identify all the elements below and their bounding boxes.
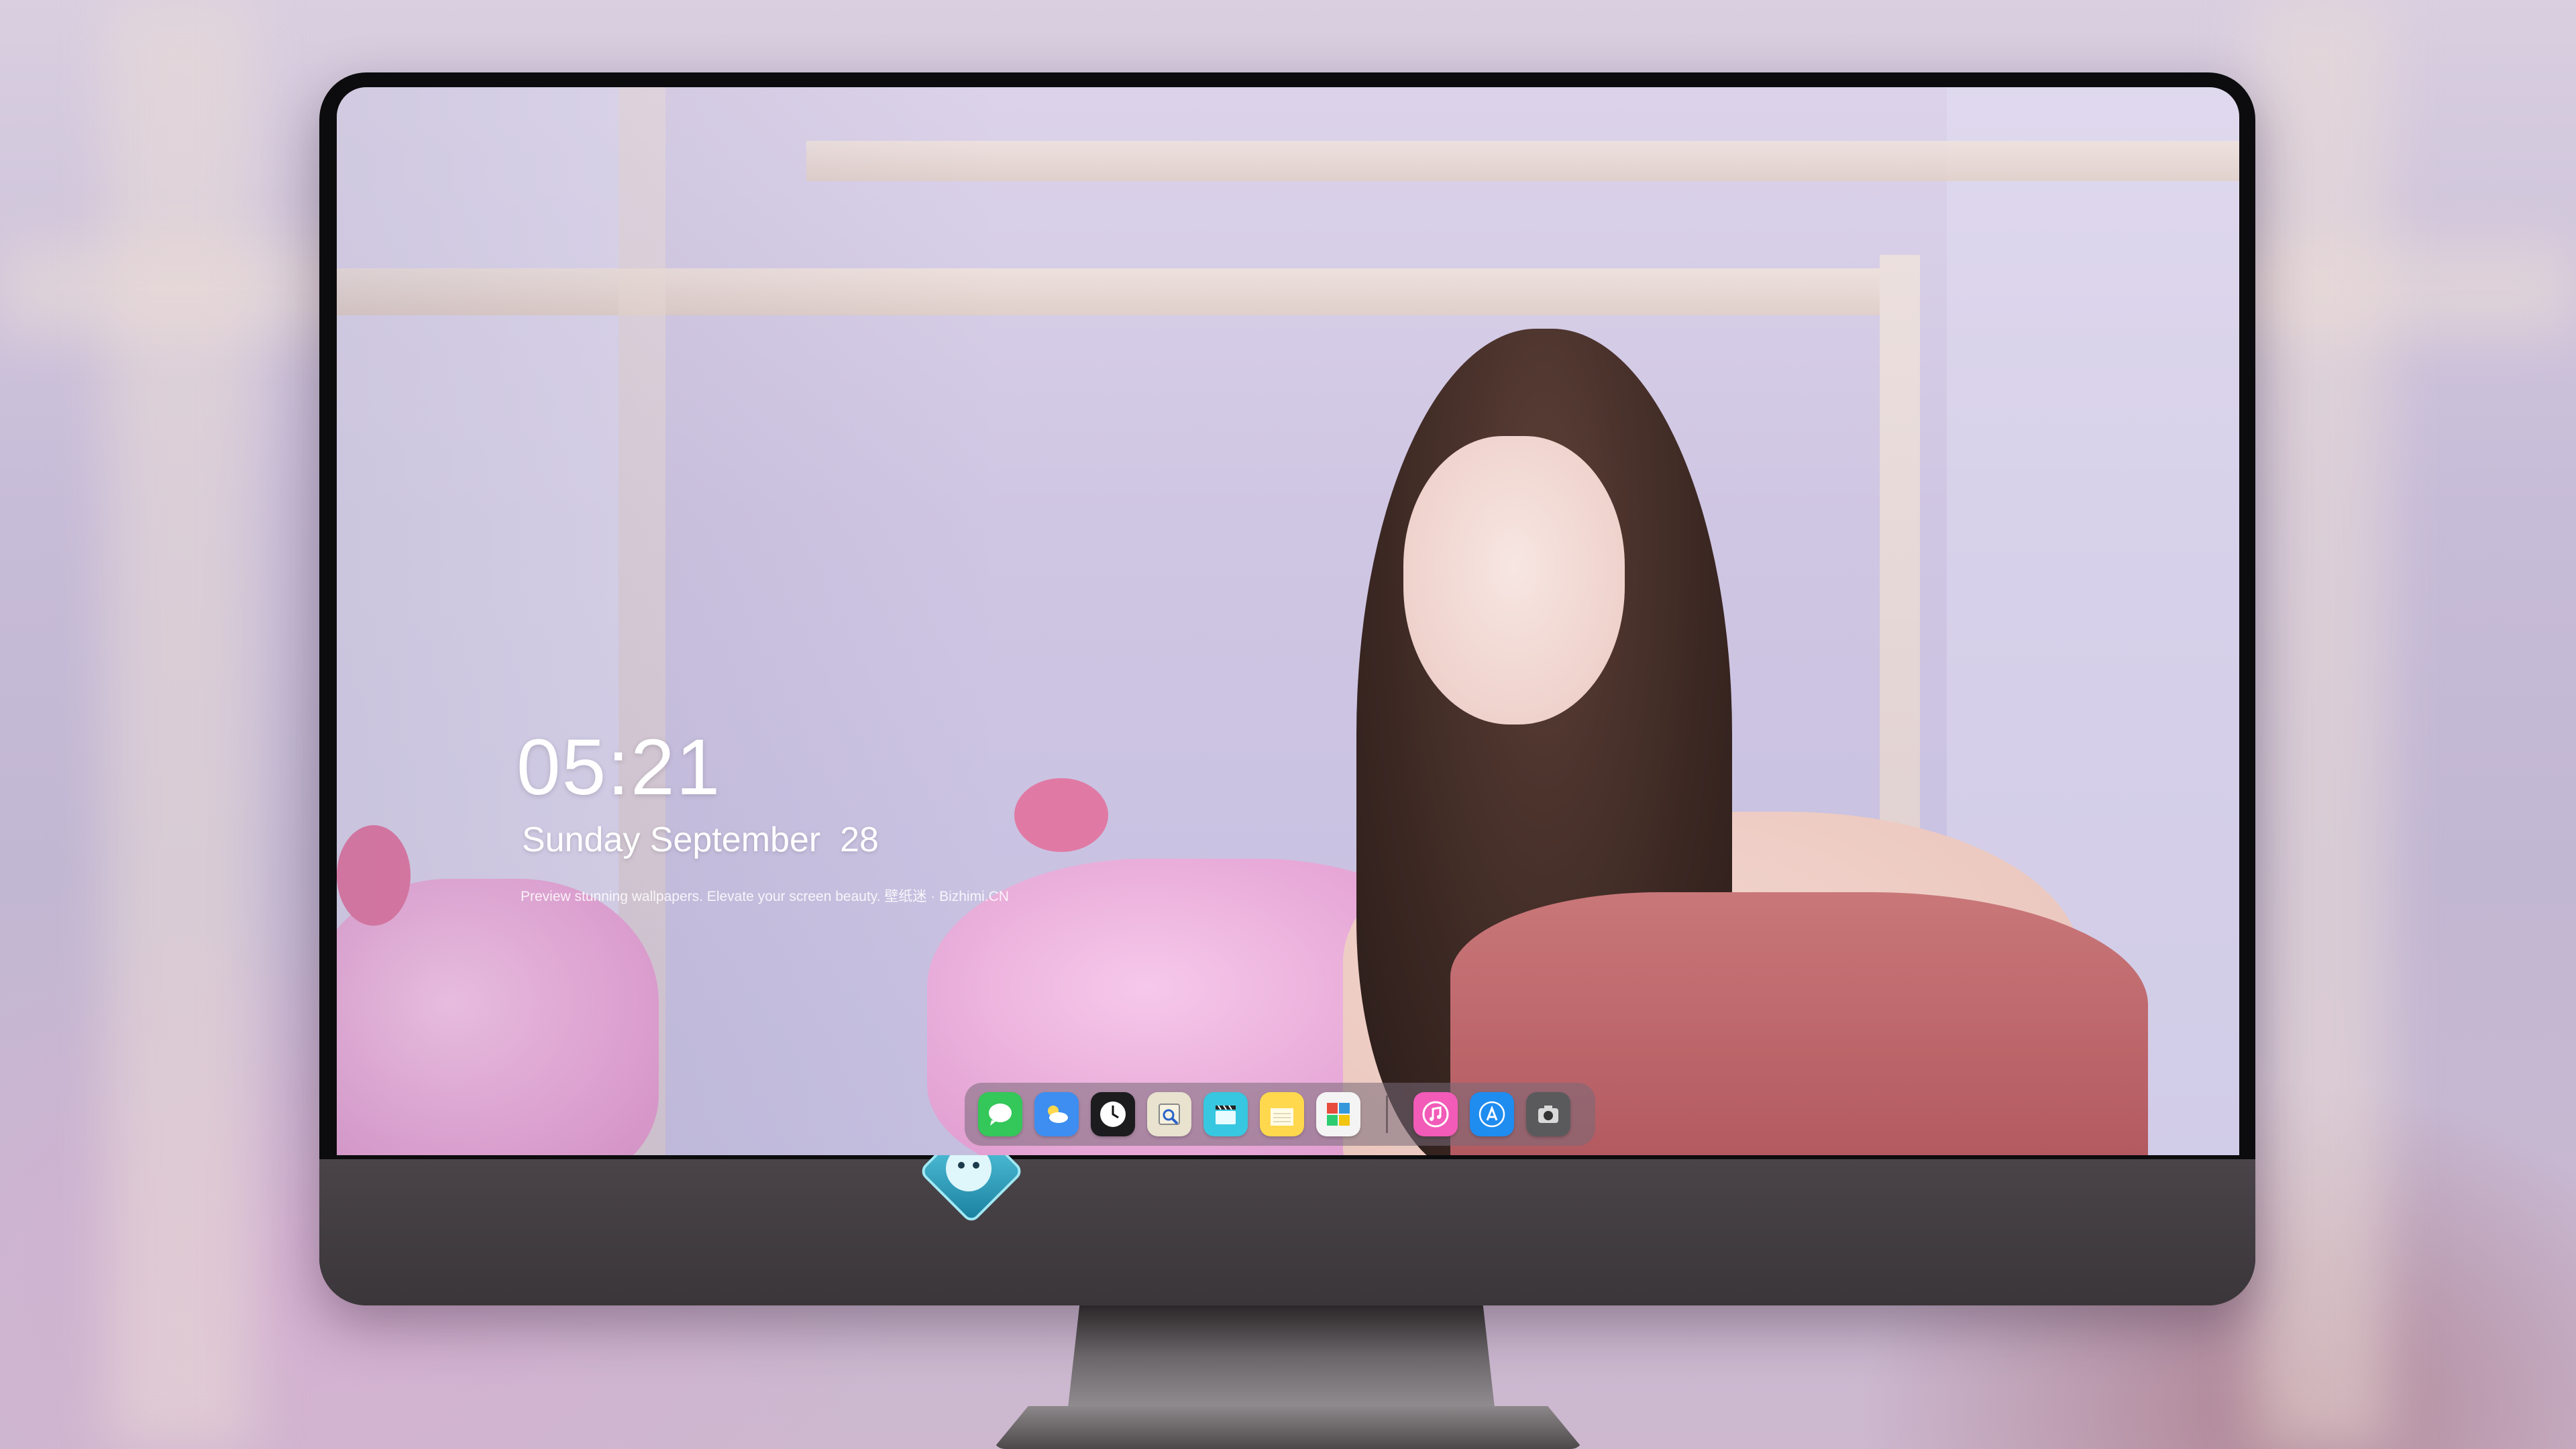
lock-screen-date: Sunday September 28 xyxy=(522,820,879,859)
clock-icon[interactable] xyxy=(1091,1092,1135,1136)
music-icon[interactable] xyxy=(1413,1092,1458,1136)
lock-screen: 05:21 Sunday September 28 Preview stunni… xyxy=(337,87,2239,1155)
camera-icon[interactable] xyxy=(1526,1092,1570,1136)
monitor-stand-base xyxy=(993,1406,1583,1449)
app-store-icon[interactable] xyxy=(1470,1092,1514,1136)
preview-icon[interactable] xyxy=(1147,1092,1191,1136)
clips-icon[interactable] xyxy=(1203,1092,1248,1136)
notes-icon[interactable] xyxy=(1260,1092,1304,1136)
photos-collage-icon[interactable] xyxy=(1316,1092,1360,1136)
dock-separator xyxy=(1386,1095,1388,1133)
messages-icon[interactable] xyxy=(978,1092,1022,1136)
dock xyxy=(965,1083,1595,1146)
lock-screen-time: 05:21 xyxy=(517,723,722,812)
wallpaper-tagline: Preview stunning wallpapers. Elevate you… xyxy=(521,889,1009,904)
weather-icon[interactable] xyxy=(1034,1092,1079,1136)
monitor-chin xyxy=(319,1159,2255,1305)
monitor-stand xyxy=(1067,1305,1496,1419)
